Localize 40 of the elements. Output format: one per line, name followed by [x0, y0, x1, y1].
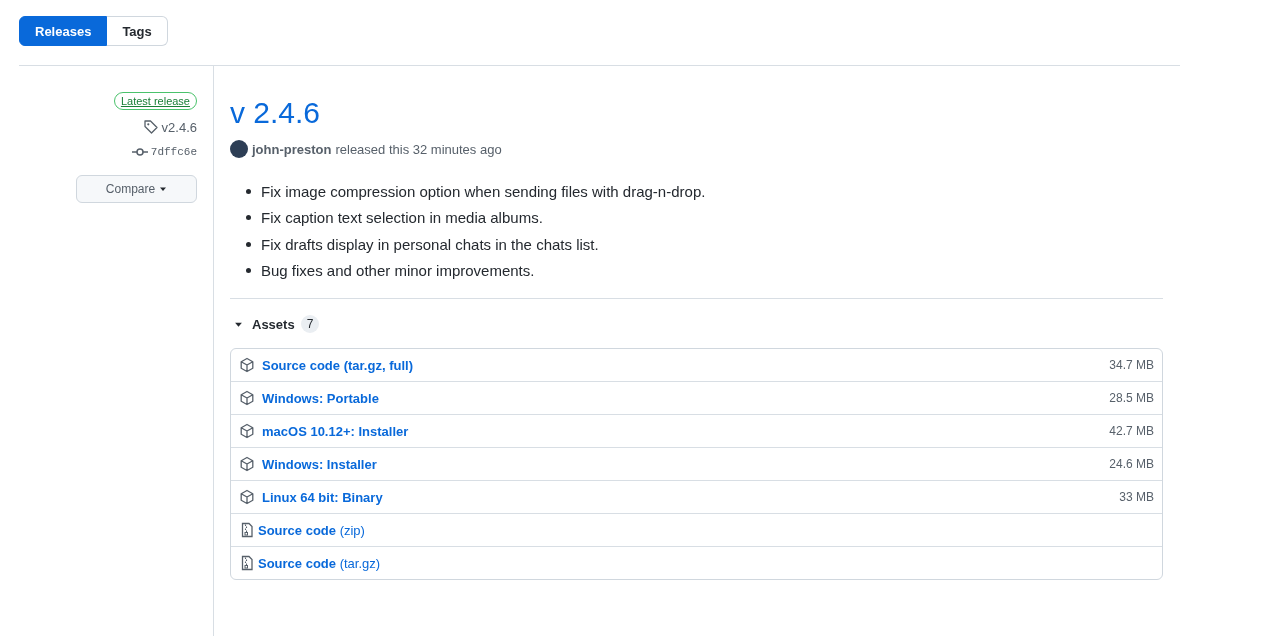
- package-icon: [239, 489, 255, 505]
- zip-file-icon: [239, 522, 255, 538]
- caret-icon: [159, 185, 168, 193]
- tag-link[interactable]: v2.4.6: [161, 119, 197, 135]
- tab[interactable]: Releases: [19, 16, 108, 46]
- bullet-icon: [246, 268, 251, 274]
- compare-button[interactable]: Compare: [76, 175, 197, 203]
- tab[interactable]: Tags: [107, 16, 168, 46]
- asset-link[interactable]: macOS 10.12+: Installer: [262, 423, 409, 439]
- asset-size: 24.6 MB: [1109, 457, 1154, 471]
- asset-link[interactable]: Linux 64 bit: Binary: [262, 489, 383, 505]
- asset-link[interactable]: Source code (tar.gz): [258, 555, 381, 571]
- zip-file-icon: [239, 555, 255, 571]
- release-note: Fix image compression option when sending files with drag-n-drop.: [261, 182, 706, 200]
- release-note: Fix drafts display in personal chats in the chats list.: [261, 235, 599, 253]
- commit-link[interactable]: 7dffc6e: [150, 146, 197, 158]
- asset-size: 34.7 MB: [1109, 358, 1154, 372]
- bullet-icon: [246, 241, 251, 247]
- package-icon: [239, 390, 255, 406]
- avatar[interactable]: [230, 140, 248, 158]
- asset-count: 7: [300, 315, 320, 333]
- package-icon: [239, 456, 255, 472]
- asset-size: 42.7 MB: [1109, 424, 1154, 438]
- asset-link[interactable]: Windows: Portable: [262, 390, 379, 406]
- package-icon: [239, 423, 255, 439]
- assets-heading: Assets: [252, 316, 295, 332]
- author-link[interactable]: john-preston: [252, 141, 332, 157]
- release-note: Bug fixes and other minor improvements.: [261, 262, 535, 280]
- asset-size: 28.5 MB: [1109, 391, 1154, 405]
- release-note: Fix caption text selection in media albums.: [261, 209, 543, 227]
- asset-size: 33 MB: [1119, 490, 1154, 504]
- bullet-icon: [246, 188, 251, 194]
- bullet-icon: [246, 215, 251, 221]
- asset-link[interactable]: Source code (zip): [258, 522, 365, 538]
- release-title[interactable]: v 2.4.6: [230, 96, 1163, 130]
- asset-link[interactable]: Windows: Installer: [262, 456, 377, 472]
- tag-icon: [142, 119, 159, 135]
- release-time: released this 32 minutes ago: [335, 141, 502, 157]
- package-icon: [239, 357, 255, 373]
- asset-link[interactable]: Source code (tar.gz, full): [262, 357, 413, 373]
